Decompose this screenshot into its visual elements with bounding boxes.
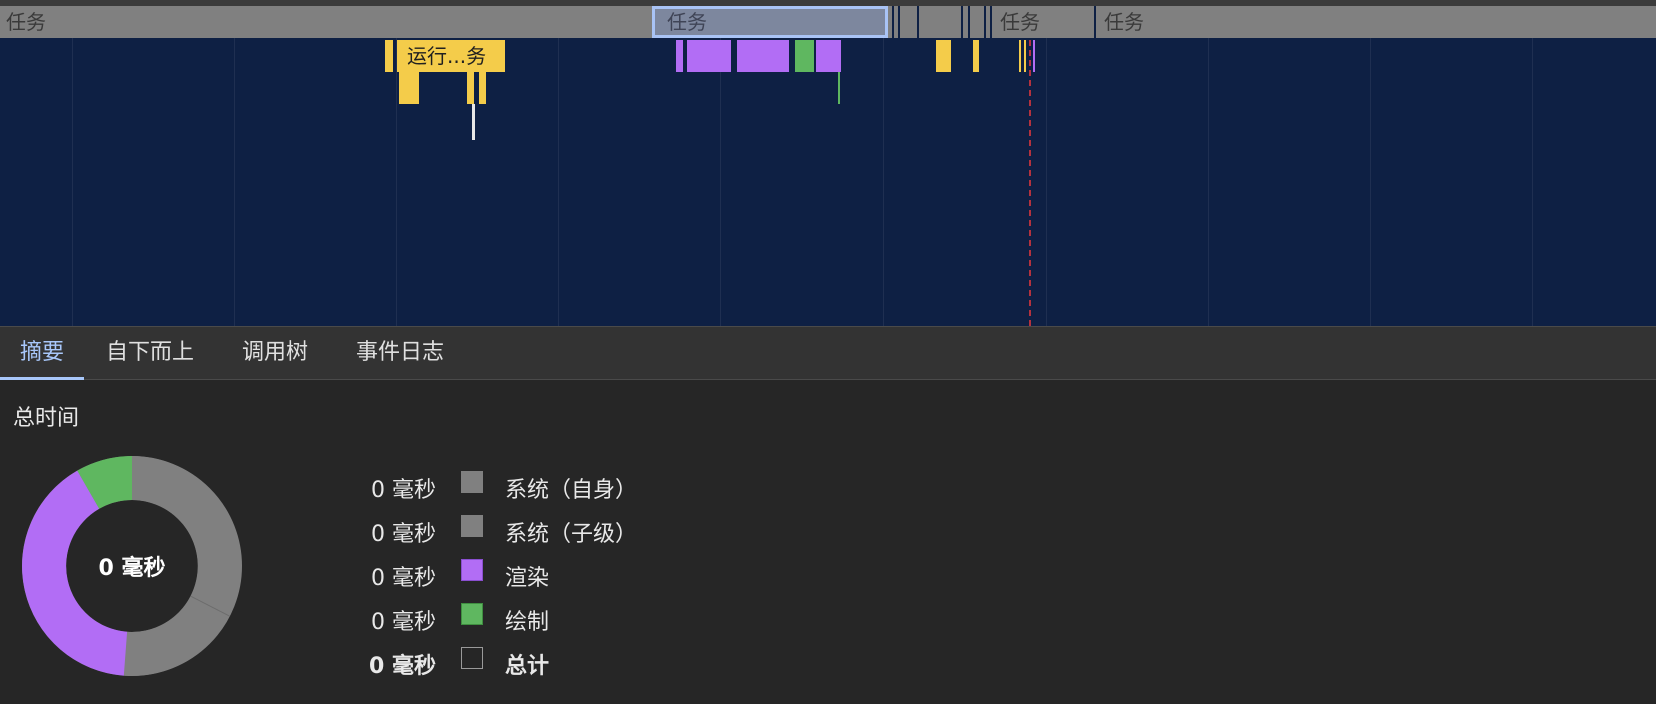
gridline: [883, 6, 884, 326]
legend-value: 0 毫秒: [371, 478, 436, 503]
legend-swatch: [461, 647, 483, 669]
scripting-event[interactable]: [399, 72, 419, 104]
legend-value: 0 毫秒: [371, 566, 436, 591]
task-bar-selected[interactable]: 任务: [652, 6, 888, 38]
summary-donut-chart: [22, 456, 242, 676]
rendering-event[interactable]: [816, 40, 841, 72]
tab-call-tree[interactable]: 调用树: [230, 327, 320, 379]
task-bar[interactable]: 任务: [1094, 6, 1656, 38]
task-label: 任务: [1104, 10, 1144, 34]
tab-event-log[interactable]: 事件日志: [344, 327, 456, 379]
gridline: [1046, 6, 1047, 326]
legend-name: 系统（子级）: [505, 522, 638, 547]
legend-value: 0 毫秒: [371, 522, 436, 547]
legend-name: 总计: [505, 654, 550, 679]
scripting-event[interactable]: [1019, 40, 1021, 72]
painting-event[interactable]: [838, 72, 840, 104]
task-gap: [892, 6, 894, 38]
gridline: [1532, 6, 1533, 326]
task-label: 任务: [667, 10, 707, 34]
legend-name: 绘制: [505, 610, 550, 635]
legend-value: 0 毫秒: [371, 610, 436, 635]
gridline: [72, 6, 73, 326]
legend-swatch: [461, 603, 483, 625]
run-task-label: 运行...务: [407, 44, 487, 68]
task-bar[interactable]: 任务: [0, 6, 652, 38]
task-bar[interactable]: 任务: [990, 6, 1094, 38]
legend-swatch: [461, 515, 483, 537]
task-gap: [984, 6, 986, 38]
run-task-event[interactable]: 运行...务: [397, 40, 505, 72]
scripting-event[interactable]: [385, 40, 393, 72]
gridline: [558, 6, 559, 326]
task-gap: [917, 6, 919, 38]
task-label: 任务: [6, 10, 46, 34]
flame-chart[interactable]: 任务 任务 任务 任务 运行...务: [0, 0, 1656, 326]
donut-system-self: [132, 456, 242, 617]
tab-bottom-up[interactable]: 自下而上: [94, 327, 206, 379]
scripting-event[interactable]: [1024, 40, 1026, 72]
gridline: [1208, 6, 1209, 326]
scripting-event[interactable]: [467, 72, 474, 104]
scripting-event[interactable]: [973, 40, 979, 72]
task-gap: [961, 6, 963, 38]
rendering-event[interactable]: [687, 40, 731, 72]
painting-event[interactable]: [795, 40, 814, 72]
rendering-event[interactable]: [1033, 40, 1035, 72]
rendering-event[interactable]: [737, 40, 789, 72]
scripting-event[interactable]: [936, 40, 951, 72]
gridline: [234, 6, 235, 326]
summary-title: 总时间: [13, 406, 80, 431]
legend-name: 系统（自身）: [505, 478, 638, 503]
tab-summary[interactable]: 摘要: [0, 327, 84, 380]
scripting-event[interactable]: [479, 72, 486, 104]
legend-value: 0 毫秒: [369, 654, 436, 679]
rendering-event[interactable]: [676, 40, 683, 72]
performance-panel: 任务 任务 任务 任务 运行...务 摘要 自下而上 调用树 事件日志 总时间 …: [0, 0, 1656, 704]
task-gap: [898, 6, 900, 38]
function-call-event[interactable]: [472, 104, 475, 140]
task-label: 任务: [1000, 10, 1040, 34]
legend-swatch: [461, 471, 483, 493]
legend-name: 渲染: [505, 566, 550, 591]
task-gap: [968, 6, 970, 38]
details-tabbar: 摘要 自下而上 调用树 事件日志: [0, 326, 1656, 380]
legend-swatch: [461, 559, 483, 581]
gridline: [1370, 6, 1371, 326]
time-marker: [1029, 40, 1031, 326]
